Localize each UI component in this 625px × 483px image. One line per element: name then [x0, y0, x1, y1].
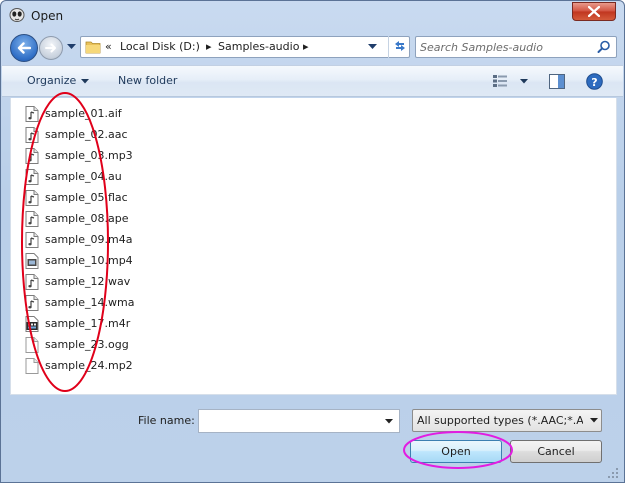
address-bar[interactable]: « Local Disk (D:) ▸ Samples-audio ▸ [80, 36, 410, 58]
file-name-text: sample_03.mp3 [45, 149, 133, 162]
forward-button[interactable] [39, 36, 63, 60]
search-box[interactable] [415, 36, 617, 58]
audio-file-icon [25, 274, 39, 293]
back-button[interactable] [10, 34, 38, 62]
file-name-combobox[interactable] [198, 409, 400, 433]
file-type-selected: All supported types (*.AAC;*.AI [417, 414, 583, 427]
file-type-select[interactable]: All supported types (*.AAC;*.AI [412, 409, 602, 432]
file-item[interactable]: sample_09.m4a [25, 231, 225, 249]
file-item[interactable]: sample_24.mp2 [25, 357, 225, 375]
file-name-text: sample_08.ape [45, 212, 129, 225]
close-icon [588, 6, 600, 17]
svg-text:?: ? [591, 76, 597, 89]
file-name-chevron-down-icon[interactable] [385, 419, 393, 424]
media-file-icon [25, 316, 39, 335]
file-name-text: sample_04.au [45, 170, 122, 183]
file-name-text: sample_23.ogg [45, 338, 129, 351]
file-item[interactable]: sample_12.wav [25, 273, 225, 291]
refresh-button[interactable] [388, 36, 410, 58]
resize-grip-icon[interactable] [607, 467, 619, 479]
search-icon[interactable] [597, 40, 611, 54]
file-item[interactable]: sample_04.au [25, 168, 225, 186]
file-item[interactable]: sample_02.aac [25, 126, 225, 144]
views-icon[interactable] [492, 74, 508, 88]
audio-file-icon [25, 232, 39, 251]
file-list[interactable]: sample_01.aif sample_02.aac sample_03.mp3s… [10, 98, 617, 395]
audio-file-icon [25, 127, 39, 146]
folder-icon [85, 41, 101, 54]
file-item[interactable]: sample_23.ogg [25, 336, 225, 354]
file-name-input[interactable] [202, 413, 378, 429]
audio-file-icon [25, 148, 39, 167]
video-file-icon [25, 253, 39, 272]
breadcrumb-samples-audio[interactable]: Samples-audio [218, 40, 299, 53]
organize-button[interactable]: Organize [27, 74, 76, 87]
app-icon [9, 7, 25, 23]
file-name-text: sample_01.aif [45, 107, 122, 120]
recent-pages-chevron-down-icon[interactable] [67, 44, 76, 50]
search-input[interactable] [420, 39, 590, 55]
blank-file-icon [25, 358, 39, 377]
file-item[interactable]: sample_03.mp3 [25, 147, 225, 165]
file-name-label: File name: [138, 414, 195, 427]
address-chevron-down-icon[interactable] [368, 44, 377, 50]
arrow-left-icon [17, 42, 31, 54]
audio-file-icon [25, 211, 39, 230]
close-button[interactable] [572, 2, 616, 21]
audio-file-icon [25, 295, 39, 314]
window-title: Open [31, 9, 64, 23]
breadcrumb-separator[interactable]: ▸ [206, 40, 212, 53]
command-bar: Organize New folder ? [2, 65, 623, 97]
file-name-text: sample_14.wma [45, 296, 135, 309]
organize-chevron-down-icon[interactable] [81, 79, 89, 84]
help-icon[interactable]: ? [586, 73, 603, 90]
audio-file-icon [25, 190, 39, 209]
audio-file-icon [25, 169, 39, 188]
file-name-text: sample_12.wav [45, 275, 131, 288]
refresh-icon [395, 41, 405, 51]
preview-pane-icon[interactable] [549, 74, 565, 89]
file-item[interactable]: sample_05.flac [25, 189, 225, 207]
file-name-text: sample_05.flac [45, 191, 128, 204]
file-name-text: sample_10.mp4 [45, 254, 133, 267]
file-item[interactable]: sample_08.ape [25, 210, 225, 228]
new-folder-button[interactable]: New folder [118, 74, 177, 87]
address-overflow[interactable]: « [105, 40, 112, 53]
blank-file-icon [25, 337, 39, 356]
file-item[interactable]: sample_14.wma [25, 294, 225, 312]
title-bar[interactable]: Open [1, 1, 624, 31]
open-dialog: Open « Local Disk (D:) ▸ Samples-audio ▸ [0, 0, 625, 483]
file-name-text: sample_24.mp2 [45, 359, 133, 372]
file-item[interactable]: sample_10.mp4 [25, 252, 225, 270]
views-chevron-down-icon[interactable] [520, 79, 528, 84]
file-type-chevron-down-icon[interactable] [590, 418, 598, 423]
file-item[interactable]: sample_17.m4r [25, 315, 225, 333]
cancel-button[interactable]: Cancel [510, 440, 602, 463]
file-item[interactable]: sample_01.aif [25, 105, 225, 123]
breadcrumb-local-disk[interactable]: Local Disk (D:) [120, 40, 200, 53]
arrow-right-icon [45, 43, 56, 53]
file-name-text: sample_09.m4a [45, 233, 133, 246]
breadcrumb-separator[interactable]: ▸ [303, 40, 309, 53]
file-name-text: sample_02.aac [45, 128, 128, 141]
file-name-text: sample_17.m4r [45, 317, 131, 330]
audio-file-icon [25, 106, 39, 125]
open-button[interactable]: Open [410, 440, 502, 463]
